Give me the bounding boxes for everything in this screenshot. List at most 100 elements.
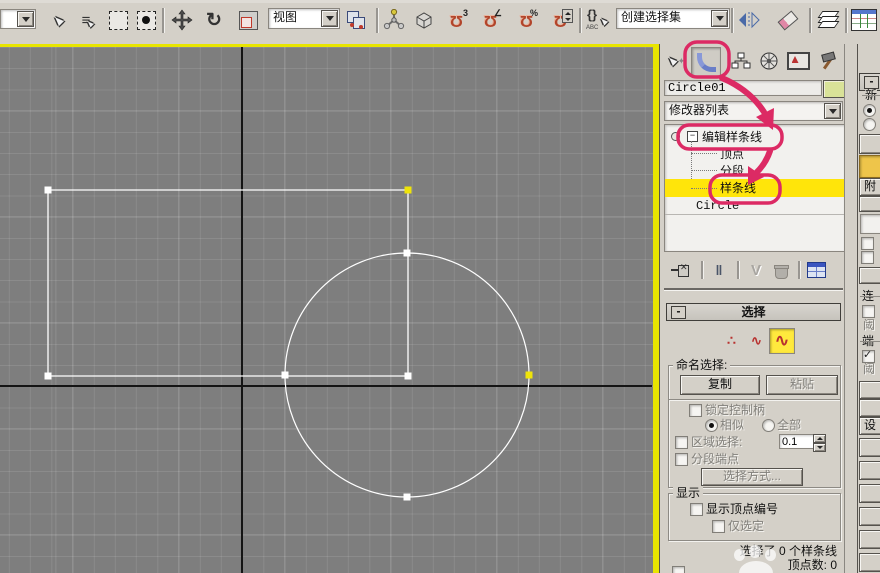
button-partial[interactable] [859,381,880,399]
subobject-spline-icon[interactable]: ∿ [769,328,795,354]
toolbar-separator [376,8,379,33]
select-by-name-icon[interactable]: ≡ ▲ [75,7,101,33]
crossing-selection-icon[interactable] [133,7,159,33]
selection-options-group: 锁定控制柄 相似 全部 区域选择: 分段端点 选择方式... [668,399,841,488]
checkbox-partial[interactable] [861,237,874,250]
tab-display[interactable] [784,47,812,75]
tab-motion[interactable] [755,47,783,75]
undo-dropdown[interactable] [0,9,36,29]
set-button-partial[interactable]: 设 [859,417,880,435]
partial-checkbox[interactable] [672,566,685,573]
paste-button[interactable]: 粘贴 [766,375,838,395]
display-group: 显示 显示顶点编号 仅选定 [668,487,841,541]
area-selection-spinner[interactable] [813,434,826,452]
named-selections-group: 命名选择: 复制 粘贴 [668,359,841,400]
selection-set-dropdown[interactable]: 创建选择集 [616,8,730,29]
stack-item-spline-selected[interactable]: 样条线 [665,179,844,197]
stack-item-vertex[interactable]: 顶点 [665,146,844,162]
align-icon[interactable] [775,7,801,33]
area-selection-checkbox[interactable] [675,436,688,449]
threshold-label-partial: 阈 [863,362,876,376]
tab-create[interactable]: ▲ ✦ [662,47,690,75]
rotate-icon[interactable]: ↻ [201,7,227,33]
mirror-icon[interactable] [736,7,762,33]
named-selections-label: 命名选择: [673,359,731,371]
button-partial[interactable] [859,553,880,572]
modifier-list-dropdown[interactable]: 修改器列表 [664,101,843,121]
chevron-down-icon[interactable] [321,10,338,27]
panel-divider [664,288,843,290]
show-end-result-icon[interactable]: ‖ [707,259,731,281]
active-button-partial[interactable] [859,155,880,178]
button-partial[interactable] [859,530,880,549]
toolbar-separator [809,8,812,33]
area-selection-value-field[interactable] [779,434,815,449]
subobject-segment-icon[interactable]: ∿ [745,329,768,352]
snap-3d-icon[interactable]: Ω3 [443,7,469,33]
button-partial[interactable] [859,484,880,503]
axis-tripod-icon[interactable] [381,7,407,33]
button-partial[interactable] [859,438,880,457]
chevron-down-icon[interactable] [711,10,728,27]
stack-item-segment[interactable]: 分段 [665,163,844,179]
button-partial[interactable] [859,267,880,284]
segment-end-checkbox[interactable] [675,453,688,466]
watermark-paw [734,549,745,561]
named-selection-sets-icon[interactable]: {} ABC ▲ [585,7,611,33]
rect-selection-region-icon[interactable] [105,7,131,33]
chevron-down-icon[interactable] [17,11,34,27]
select-by-button[interactable]: 选择方式... [701,468,803,486]
move-icon[interactable] [169,7,195,33]
copy-button[interactable]: 复制 [680,375,760,395]
collapse-minus-icon[interactable]: − [687,131,698,142]
layer-manager-icon[interactable] [815,7,841,33]
button-partial[interactable] [859,134,880,154]
select-object-icon[interactable]: ▲ [45,7,71,33]
command-panel: ▲✦ 修改器列表 − [659,44,845,573]
view-dropdown[interactable]: 视图 [268,8,340,29]
radio-partial[interactable] [863,118,876,131]
stack-item-circle-base[interactable]: Circle [665,198,844,214]
selected-only-checkbox[interactable] [712,520,725,533]
object-color-swatch[interactable] [823,80,845,98]
make-unique-icon[interactable]: V [744,259,768,281]
tab-modify[interactable] [691,47,721,77]
snap-percent-icon[interactable]: Ω% [513,7,539,33]
tab-hierarchy[interactable] [727,47,755,75]
button-partial[interactable] [859,399,880,417]
display-group-label: 显示 [673,487,704,499]
button-partial[interactable] [859,507,880,526]
toolbar-separator [731,8,734,33]
chevron-down-icon[interactable] [824,103,841,119]
selection-rollout-header[interactable]: - 选择 [666,303,841,321]
modifier-enable-bulb-icon[interactable] [671,132,680,141]
object-name-field[interactable] [664,80,822,96]
snap-angle-icon[interactable]: Ω ∠ [477,7,503,33]
button-partial[interactable] [859,461,880,480]
scale-icon[interactable] [235,7,261,33]
alike-radio[interactable] [705,419,718,432]
snap-spinner-icon[interactable]: Ω [547,7,573,33]
curve-editor-icon[interactable] [851,7,877,33]
lock-handles-checkbox[interactable] [689,404,702,417]
use-pivot-center-icon[interactable] [343,7,369,33]
subobject-vertex-icon[interactable]: ∴ [720,329,743,352]
snap-box-icon[interactable] [411,7,437,33]
watermark-paw [749,545,761,558]
collapse-minus-icon[interactable]: - [671,305,686,319]
attach-button-partial[interactable]: 附 [859,178,880,196]
checkbox-partial[interactable] [861,251,874,264]
field-partial[interactable] [860,214,880,234]
pin-stack-icon[interactable]: ✕ [670,259,694,281]
radio-partial[interactable] [863,104,876,117]
remove-modifier-icon[interactable] [769,259,793,281]
configure-modifier-sets-icon[interactable] [804,259,828,281]
button-partial[interactable] [859,196,880,212]
front-viewport[interactable] [0,47,653,573]
all-radio[interactable] [762,419,775,432]
toolbar-separator [579,8,582,33]
show-vertex-numbers-checkbox[interactable] [690,503,703,516]
checkbox-partial[interactable] [862,305,875,318]
tab-utilities[interactable] [814,47,842,75]
modifier-stack-list[interactable]: − 编辑样条线 顶点 分段 样条线 Circle [664,124,845,252]
